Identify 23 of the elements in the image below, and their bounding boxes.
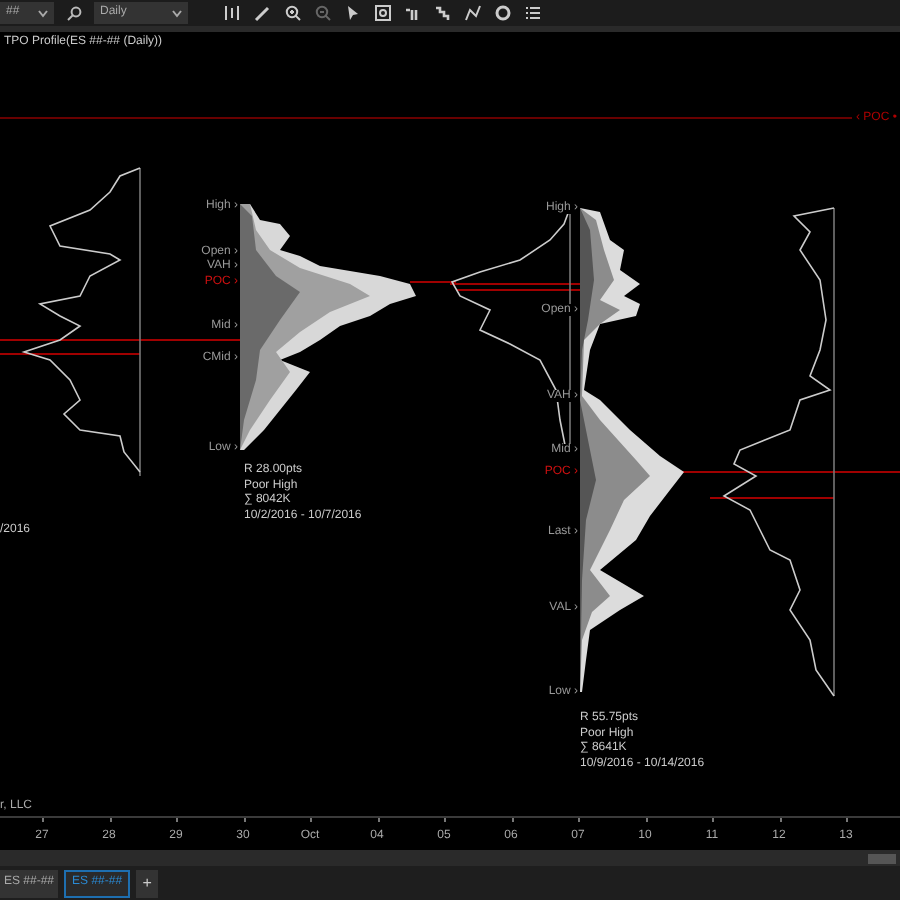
- dots-bars-icon[interactable]: [404, 4, 422, 22]
- zoom-out-icon[interactable]: [314, 4, 332, 22]
- chevron-down-icon: [38, 9, 48, 17]
- frame-search-icon[interactable]: [374, 4, 392, 22]
- axis-tick: [578, 818, 580, 822]
- axis-tick: [176, 818, 178, 822]
- circle-icon[interactable]: [494, 4, 512, 22]
- chevron-down-icon: [172, 9, 182, 17]
- list-icon[interactable]: [524, 4, 542, 22]
- search-icon[interactable]: [66, 5, 82, 21]
- axis-tick: [846, 818, 848, 822]
- scrollbar-thumb[interactable]: [868, 853, 896, 863]
- pointer-icon[interactable]: [344, 4, 362, 22]
- axis-tick: [310, 818, 312, 822]
- zoom-in-icon[interactable]: [284, 4, 302, 22]
- bars-icon[interactable]: [224, 4, 242, 22]
- diagonal-steps-icon[interactable]: [434, 4, 452, 22]
- trend-line-icon[interactable]: [464, 4, 482, 22]
- axis-tick: [444, 818, 446, 822]
- axis-tick: [712, 818, 714, 822]
- add-tab-button[interactable]: +: [136, 869, 159, 897]
- pencil-icon[interactable]: [254, 4, 272, 22]
- axis-tick: [42, 818, 44, 822]
